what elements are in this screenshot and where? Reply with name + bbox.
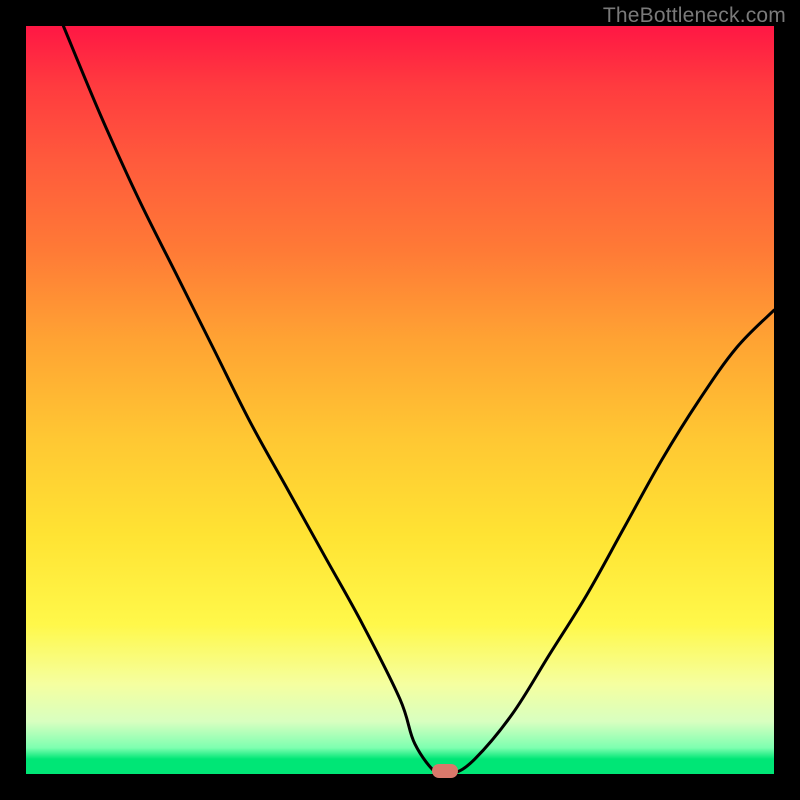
optimal-marker (432, 764, 458, 778)
plot-area (26, 26, 774, 774)
credit-label: TheBottleneck.com (603, 4, 786, 28)
bottleneck-curve (26, 26, 774, 774)
chart-container: TheBottleneck.com (0, 0, 800, 800)
